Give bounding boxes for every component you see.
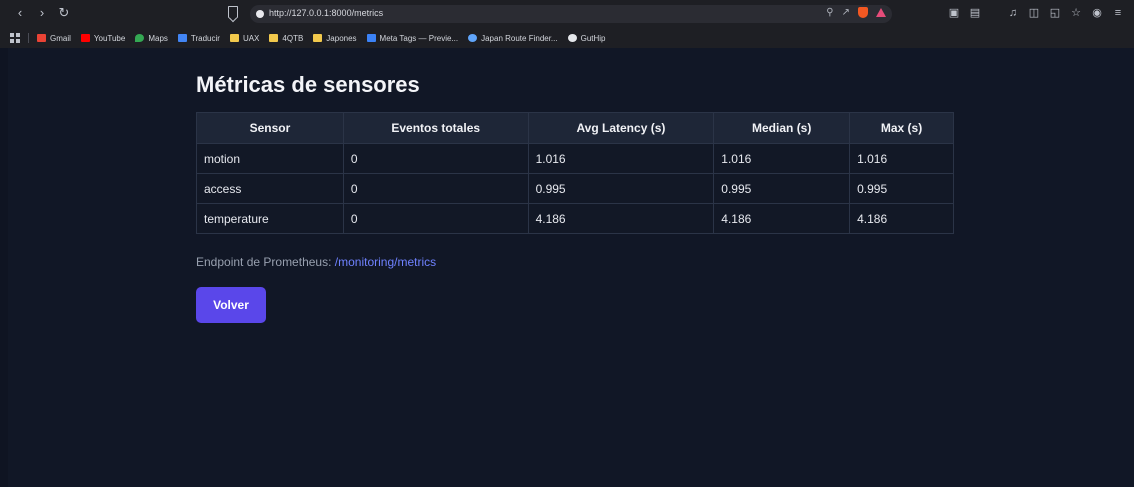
bookmark-label: Gmail bbox=[50, 33, 71, 43]
toolbar-separator bbox=[990, 6, 998, 20]
cell-eventos: 0 bbox=[342, 143, 529, 174]
cell-max: 0.995 bbox=[849, 173, 954, 204]
gmail-icon bbox=[37, 34, 46, 42]
bookmark-youtube[interactable]: YouTube bbox=[80, 33, 126, 43]
brave-rewards-icon[interactable] bbox=[876, 8, 886, 17]
folder-icon bbox=[313, 34, 323, 42]
cell-median: 4.186 bbox=[713, 203, 851, 234]
bookmark-label: UAX bbox=[242, 33, 260, 43]
browser-toolbar: ‹ › ↻ http://127.0.0.1:8000/metrics ⚲ ↗ … bbox=[0, 0, 1134, 28]
bookmark-label: Meta Tags — Previe... bbox=[379, 33, 459, 43]
bookmark-meta-tags[interactable]: Meta Tags — Previe... bbox=[366, 33, 459, 43]
route-finder-icon bbox=[468, 34, 478, 42]
table-row: access 0 0.995 0.995 0.995 bbox=[196, 173, 954, 204]
tabs-icon[interactable]: ◱ bbox=[1049, 6, 1061, 20]
nav-buttons: ‹ › ↻ bbox=[14, 6, 70, 20]
metrics-table: Sensor Eventos totales Avg Latency (s) M… bbox=[196, 112, 954, 234]
vpn-icon[interactable]: ◉ bbox=[1091, 6, 1103, 20]
bookmark-4qtb[interactable]: 4QTB bbox=[269, 34, 303, 43]
bookmark-guthip[interactable]: GutHip bbox=[567, 33, 606, 43]
forward-icon[interactable]: › bbox=[36, 6, 48, 20]
menu-icon[interactable]: ≡ bbox=[1112, 6, 1124, 20]
folder-icon bbox=[269, 34, 279, 42]
back-button[interactable]: Volver bbox=[196, 287, 266, 323]
cell-max: 1.016 bbox=[849, 143, 954, 174]
site-info-icon[interactable] bbox=[256, 10, 264, 18]
cell-sensor: temperature bbox=[196, 203, 344, 234]
browser-right-icons: ▣ ▤ ♫ ◫ ◱ ☆ ◉ ≡ bbox=[948, 6, 1124, 20]
cell-avg-latency: 1.016 bbox=[527, 143, 715, 174]
bookmark-label: Japan Route Finder... bbox=[481, 33, 558, 43]
bookmarks-separator bbox=[28, 33, 29, 43]
endpoint-label: Endpoint de Prometheus: bbox=[196, 255, 335, 269]
url-bar-icons: ⚲ ↗ bbox=[826, 7, 886, 18]
endpoint-link[interactable]: /monitoring/metrics bbox=[335, 255, 436, 269]
page-viewport: Métricas de sensores Sensor Eventos tota… bbox=[8, 48, 1134, 487]
browser-chrome: ‹ › ↻ http://127.0.0.1:8000/metrics ⚲ ↗ … bbox=[0, 0, 1134, 48]
cell-median: 0.995 bbox=[713, 173, 851, 204]
bookmark-label: Traducir bbox=[190, 33, 220, 43]
column-header-eventos: Eventos totales bbox=[342, 112, 529, 144]
cell-eventos: 0 bbox=[342, 173, 529, 204]
wallet-icon[interactable]: ▤ bbox=[969, 6, 981, 20]
bookmark-gmail[interactable]: Gmail bbox=[37, 34, 71, 43]
bookmark-label: 4QTB bbox=[282, 33, 304, 43]
bookmark-traducir[interactable]: Traducir bbox=[177, 33, 220, 43]
page-title: Métricas de sensores bbox=[196, 72, 420, 97]
youtube-icon bbox=[80, 34, 90, 42]
extensions-icon[interactable]: ▣ bbox=[948, 6, 960, 20]
music-icon[interactable]: ♫ bbox=[1007, 6, 1019, 20]
maps-pin-icon bbox=[135, 34, 145, 42]
bookmark-uax[interactable]: UAX bbox=[229, 33, 260, 43]
bookmark-label: YouTube bbox=[93, 33, 126, 43]
translate-icon bbox=[177, 34, 187, 42]
cell-avg-latency: 4.186 bbox=[527, 203, 715, 234]
column-header-median: Median (s) bbox=[713, 112, 851, 144]
cell-sensor: motion bbox=[196, 143, 344, 174]
table-header-row: Sensor Eventos totales Avg Latency (s) M… bbox=[196, 112, 954, 144]
back-icon[interactable]: ‹ bbox=[14, 6, 26, 20]
sidebar-icon[interactable]: ◫ bbox=[1028, 6, 1040, 20]
bookmark-page-icon[interactable] bbox=[228, 6, 238, 18]
address-bar[interactable]: http://127.0.0.1:8000/metrics ⚲ ↗ bbox=[250, 5, 892, 23]
bookmark-label: Japones bbox=[326, 33, 357, 43]
apps-grid-icon[interactable] bbox=[10, 33, 20, 43]
cell-avg-latency: 0.995 bbox=[527, 173, 715, 204]
github-icon bbox=[567, 34, 577, 42]
bookmark-japones[interactable]: Japones bbox=[313, 33, 357, 43]
bookmarks-star-icon[interactable]: ☆ bbox=[1070, 6, 1082, 20]
bookmark-label: Maps bbox=[148, 33, 168, 43]
url-text[interactable]: http://127.0.0.1:8000/metrics bbox=[269, 8, 383, 18]
zoom-icon[interactable]: ⚲ bbox=[826, 7, 833, 18]
table-row: motion 0 1.016 1.016 1.016 bbox=[196, 143, 954, 174]
folder-icon bbox=[229, 34, 239, 42]
cell-max: 4.186 bbox=[849, 203, 954, 234]
bookmark-label: GutHip bbox=[580, 33, 606, 43]
cell-sensor: access bbox=[196, 173, 344, 204]
column-header-max: Max (s) bbox=[849, 112, 954, 144]
prometheus-endpoint: Endpoint de Prometheus: /monitoring/metr… bbox=[196, 255, 436, 269]
meta-tags-icon bbox=[366, 34, 376, 42]
column-header-sensor: Sensor bbox=[196, 112, 344, 144]
column-header-avg-latency: Avg Latency (s) bbox=[527, 112, 715, 144]
bookmarks-bar: Gmail YouTube Maps Traducir UAX 4QTB Jap… bbox=[0, 29, 1134, 47]
table-row: temperature 0 4.186 4.186 4.186 bbox=[196, 203, 954, 234]
share-icon[interactable]: ↗ bbox=[842, 7, 850, 18]
cell-eventos: 0 bbox=[342, 203, 529, 234]
bookmark-japan-route-finder[interactable]: Japan Route Finder... bbox=[468, 34, 558, 43]
cell-median: 1.016 bbox=[713, 143, 851, 174]
brave-shield-icon[interactable] bbox=[858, 7, 868, 18]
reload-icon[interactable]: ↻ bbox=[58, 6, 70, 20]
bookmark-maps[interactable]: Maps bbox=[135, 34, 168, 43]
